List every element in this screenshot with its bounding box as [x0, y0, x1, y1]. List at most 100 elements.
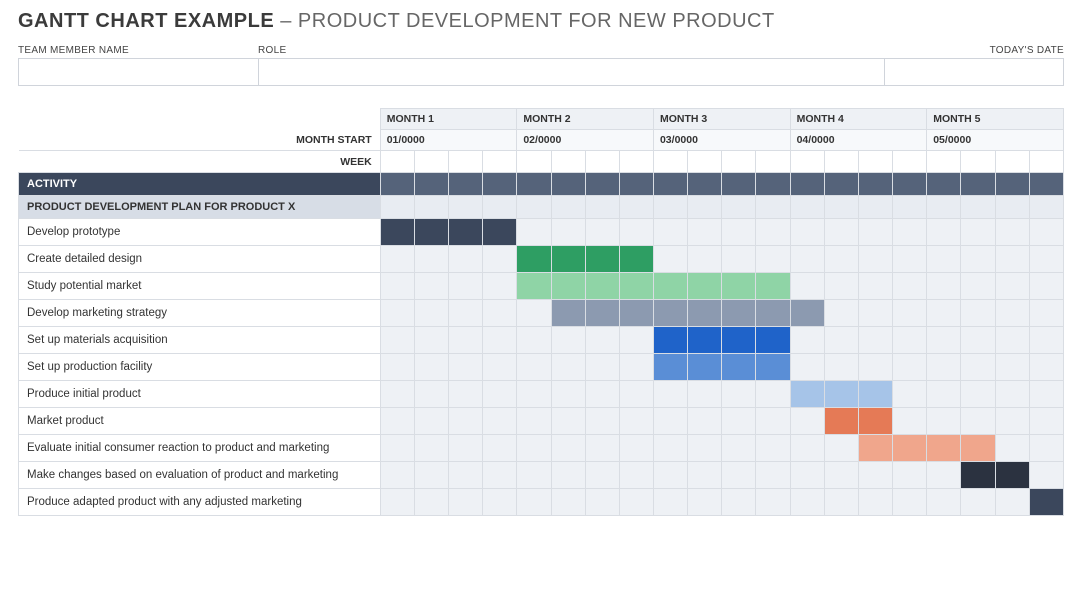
gantt-cell: [414, 327, 448, 354]
gantt-cell: [688, 462, 722, 489]
activity-header: ACTIVITY: [19, 173, 381, 196]
gantt-cell: [449, 408, 483, 435]
gantt-cell: [858, 219, 892, 246]
week-cell: [585, 151, 619, 173]
gantt-cell: [790, 354, 824, 381]
gantt-bar-cell: [756, 327, 790, 354]
month-start-value: 05/0000: [927, 130, 1064, 151]
task-label: Market product: [19, 408, 381, 435]
gantt-cell: [1029, 219, 1063, 246]
gantt-cell: [858, 300, 892, 327]
gantt-bar-cell: [995, 462, 1029, 489]
gantt-cell: [893, 354, 927, 381]
task-row: Produce adapted product with any adjuste…: [19, 489, 1064, 516]
gantt-bar-cell: [517, 246, 551, 273]
gantt-cell: [517, 489, 551, 516]
section-row-cell: [756, 196, 790, 219]
section-row-cell: [517, 196, 551, 219]
gantt-bar-cell: [688, 354, 722, 381]
week-cell: [927, 151, 961, 173]
task-label: Develop marketing strategy: [19, 300, 381, 327]
week-cell: [380, 151, 414, 173]
gantt-cell: [961, 273, 995, 300]
gantt-cell: [995, 273, 1029, 300]
gantt-cell: [517, 327, 551, 354]
gantt-cell: [483, 462, 517, 489]
gantt-bar-cell: [585, 246, 619, 273]
role-input[interactable]: [258, 58, 884, 86]
gantt-cell: [414, 435, 448, 462]
month-header: MONTH 5: [927, 109, 1064, 130]
gantt-cell: [893, 381, 927, 408]
gantt-bar-cell: [790, 381, 824, 408]
activity-row-cell: [449, 173, 483, 196]
section-row-cell: [722, 196, 756, 219]
gantt-cell: [756, 408, 790, 435]
gantt-bar-cell: [585, 273, 619, 300]
team-member-name-input[interactable]: [18, 58, 258, 86]
todays-date-input[interactable]: [884, 58, 1064, 86]
gantt-cell: [449, 300, 483, 327]
gantt-cell: [585, 354, 619, 381]
gantt-cell: [380, 246, 414, 273]
meta-date-label: TODAY'S DATE: [884, 45, 1064, 58]
gantt-cell: [688, 381, 722, 408]
gantt-bar-cell: [585, 300, 619, 327]
gantt-cell: [483, 300, 517, 327]
week-cell: [722, 151, 756, 173]
gantt-cell: [551, 462, 585, 489]
section-row-cell: [551, 196, 585, 219]
meta-row: TEAM MEMBER NAME ROLE TODAY'S DATE: [0, 37, 1082, 86]
page-title: GANTT CHART EXAMPLE – PRODUCT DEVELOPMEN…: [0, 0, 1082, 37]
week-cell: [858, 151, 892, 173]
gantt-cell: [722, 408, 756, 435]
gantt-cell: [380, 354, 414, 381]
gantt-cell: [893, 489, 927, 516]
activity-row-cell: [1029, 173, 1063, 196]
section-row-cell: [688, 196, 722, 219]
gantt-cell: [893, 327, 927, 354]
gantt-cell: [551, 408, 585, 435]
gantt-bar-cell: [688, 273, 722, 300]
activity-row-cell: [961, 173, 995, 196]
gantt-cell: [1029, 273, 1063, 300]
gantt-bar-cell: [858, 408, 892, 435]
section-row-cell: [995, 196, 1029, 219]
gantt-cell: [585, 435, 619, 462]
gantt-cell: [449, 273, 483, 300]
gantt-cell: [927, 327, 961, 354]
gantt-cell: [722, 435, 756, 462]
gantt-bar-cell: [551, 300, 585, 327]
section-row-cell: [483, 196, 517, 219]
meta-role-label: ROLE: [258, 45, 884, 58]
gantt-cell: [824, 246, 858, 273]
gantt-bar-cell: [893, 435, 927, 462]
gantt-cell: [653, 246, 687, 273]
gantt-cell: [688, 219, 722, 246]
gantt-cell: [995, 327, 1029, 354]
gantt-cell: [653, 435, 687, 462]
week-cell: [483, 151, 517, 173]
week-cell: [756, 151, 790, 173]
gantt-cell: [790, 273, 824, 300]
gantt-cell: [927, 300, 961, 327]
gantt-cell: [380, 381, 414, 408]
task-row: Set up production facility: [19, 354, 1064, 381]
gantt-cell: [517, 354, 551, 381]
gantt-cell: [1029, 435, 1063, 462]
gantt-cell: [961, 489, 995, 516]
gantt-cell: [756, 489, 790, 516]
gantt-cell: [585, 219, 619, 246]
week-cell: [995, 151, 1029, 173]
gantt-cell: [380, 327, 414, 354]
section-row-cell: [927, 196, 961, 219]
gantt-bar-cell: [756, 273, 790, 300]
task-label: Create detailed design: [19, 246, 381, 273]
gantt-cell: [722, 246, 756, 273]
task-label: Set up materials acquisition: [19, 327, 381, 354]
gantt-cell: [585, 408, 619, 435]
gantt-cell: [756, 435, 790, 462]
gantt-bar-cell: [722, 300, 756, 327]
gantt-bar-cell: [688, 300, 722, 327]
gantt-cell: [414, 300, 448, 327]
